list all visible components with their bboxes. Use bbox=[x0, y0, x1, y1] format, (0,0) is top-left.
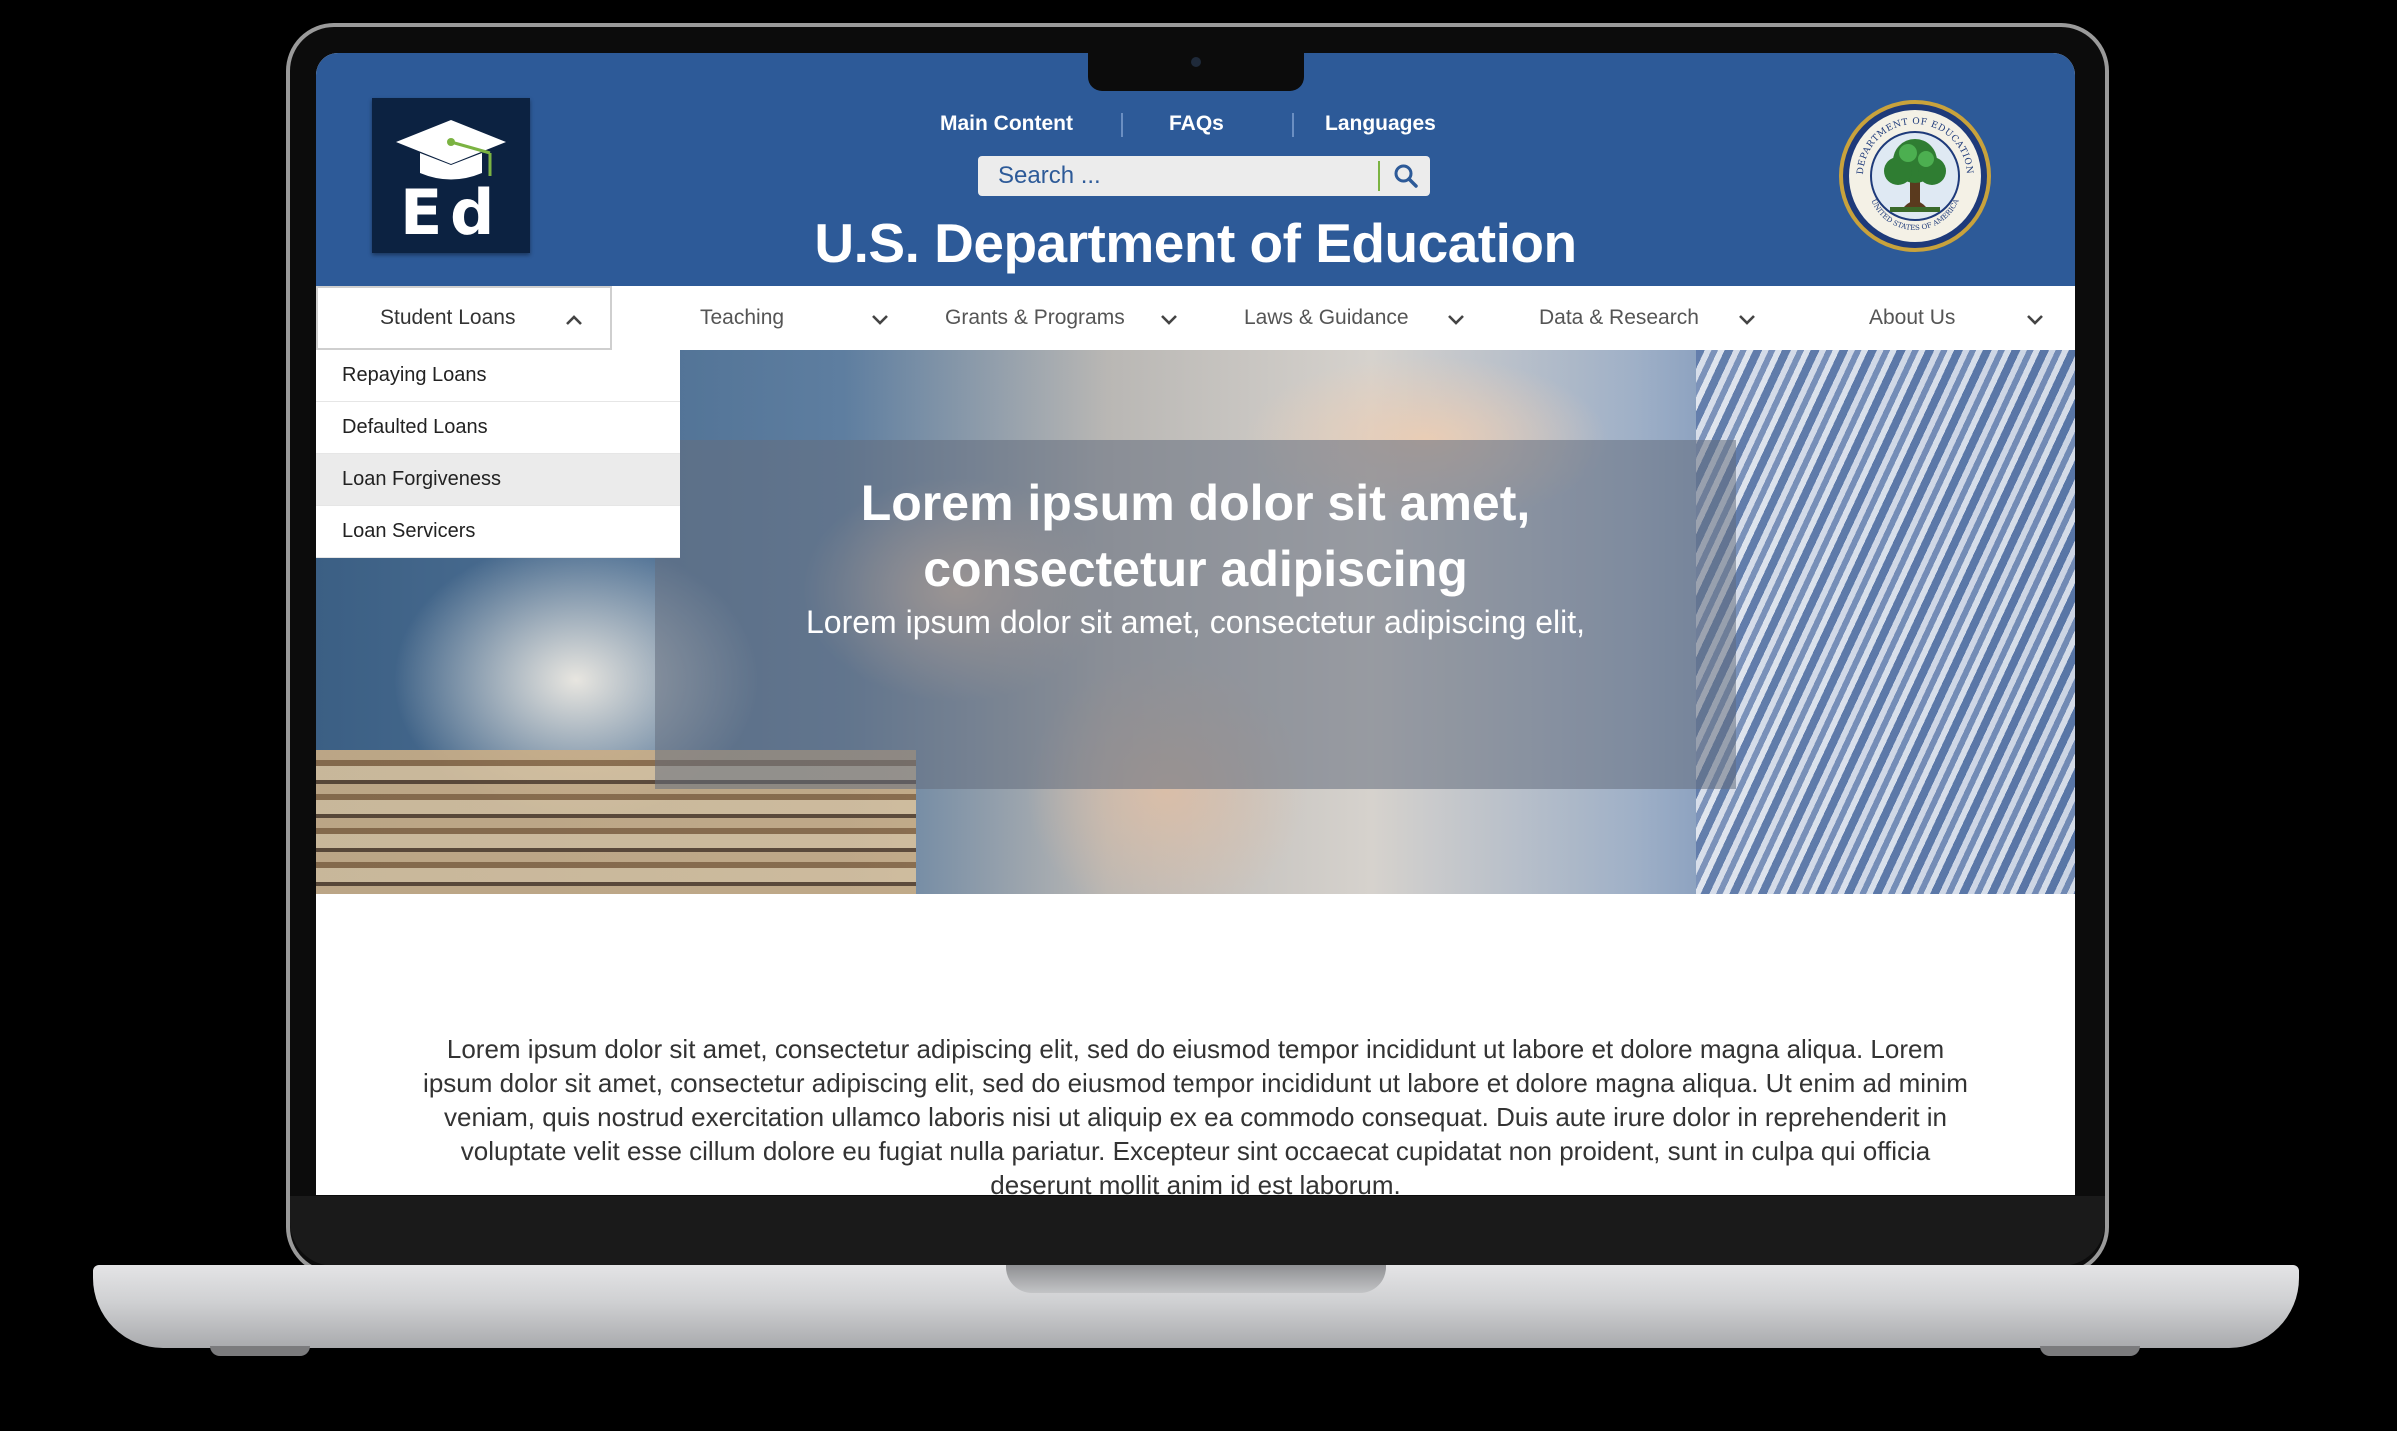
body-paragraph: Lorem ipsum dolor sit amet, consectetur … bbox=[423, 1034, 1968, 1195]
laptop-bezel bbox=[290, 1196, 2105, 1266]
laptop-foot bbox=[2040, 1346, 2140, 1356]
search-icon bbox=[1394, 164, 1418, 188]
chevron-down-icon bbox=[1739, 315, 1755, 325]
search-button[interactable] bbox=[1382, 156, 1430, 196]
nav-laws-guidance[interactable]: Laws & Guidance bbox=[1244, 286, 1484, 350]
faqs-link[interactable]: FAQs bbox=[1169, 109, 1224, 139]
student-loans-dropdown: Repaying Loans Defaulted Loans Loan Forg… bbox=[316, 350, 680, 558]
chevron-down-icon bbox=[2027, 315, 2043, 325]
nav-data-research[interactable]: Data & Research bbox=[1539, 286, 1779, 350]
dropdown-item-defaulted-loans[interactable]: Defaulted Loans bbox=[316, 402, 680, 454]
nav-label: Teaching bbox=[700, 306, 785, 329]
chevron-down-icon bbox=[1161, 315, 1177, 325]
languages-link[interactable]: Languages bbox=[1325, 109, 1436, 139]
hero-subtitle: Lorem ipsum dolor sit amet, consectetur … bbox=[805, 604, 1585, 640]
dropdown-item-repaying-loans[interactable]: Repaying Loans bbox=[316, 350, 680, 402]
dropdown-item-loan-servicers[interactable]: Loan Servicers bbox=[316, 506, 680, 558]
chevron-down-icon bbox=[872, 315, 888, 325]
hero-title-text: Lorem ipsum dolor sit amet, consectetur … bbox=[860, 475, 1531, 597]
link-divider bbox=[1292, 113, 1294, 137]
nav-about-us[interactable]: About Us bbox=[1869, 286, 2049, 350]
nav-teaching[interactable]: Teaching bbox=[700, 286, 910, 350]
screen: E d Main Content FAQs Languages U.S. Dep… bbox=[316, 53, 2075, 1195]
camera-notch bbox=[1088, 48, 1304, 91]
chevron-down-icon bbox=[1448, 315, 1464, 325]
dropdown-item-loan-forgiveness[interactable]: Loan Forgiveness bbox=[316, 454, 680, 506]
nav-student-loans[interactable]: Student Loans bbox=[316, 286, 612, 350]
site-title: U.S. Department of Education bbox=[814, 212, 1577, 274]
search-divider bbox=[1378, 161, 1380, 191]
nav-label: Grants & Programs bbox=[945, 306, 1125, 329]
chevron-up-icon bbox=[566, 315, 582, 325]
search-input[interactable] bbox=[978, 156, 1378, 196]
search-bar bbox=[978, 156, 1430, 196]
main-nav: Student Loans Teaching Grants & Programs… bbox=[316, 286, 2075, 350]
nav-label: Laws & Guidance bbox=[1244, 306, 1409, 329]
department-seal-icon: DEPARTMENT OF EDUCATION UNITED STATES OF… bbox=[1839, 100, 1991, 252]
nav-label: About Us bbox=[1869, 306, 1956, 329]
laptop-opening-notch bbox=[1006, 1265, 1386, 1293]
laptop-foot bbox=[210, 1346, 310, 1356]
nav-label: Student Loans bbox=[380, 306, 516, 329]
utility-links: Main Content FAQs Languages bbox=[316, 109, 2075, 139]
link-divider bbox=[1121, 113, 1123, 137]
main-content-link[interactable]: Main Content bbox=[940, 109, 1073, 139]
nav-grants-programs[interactable]: Grants & Programs bbox=[945, 286, 1185, 350]
nav-label: Data & Research bbox=[1539, 306, 1699, 329]
